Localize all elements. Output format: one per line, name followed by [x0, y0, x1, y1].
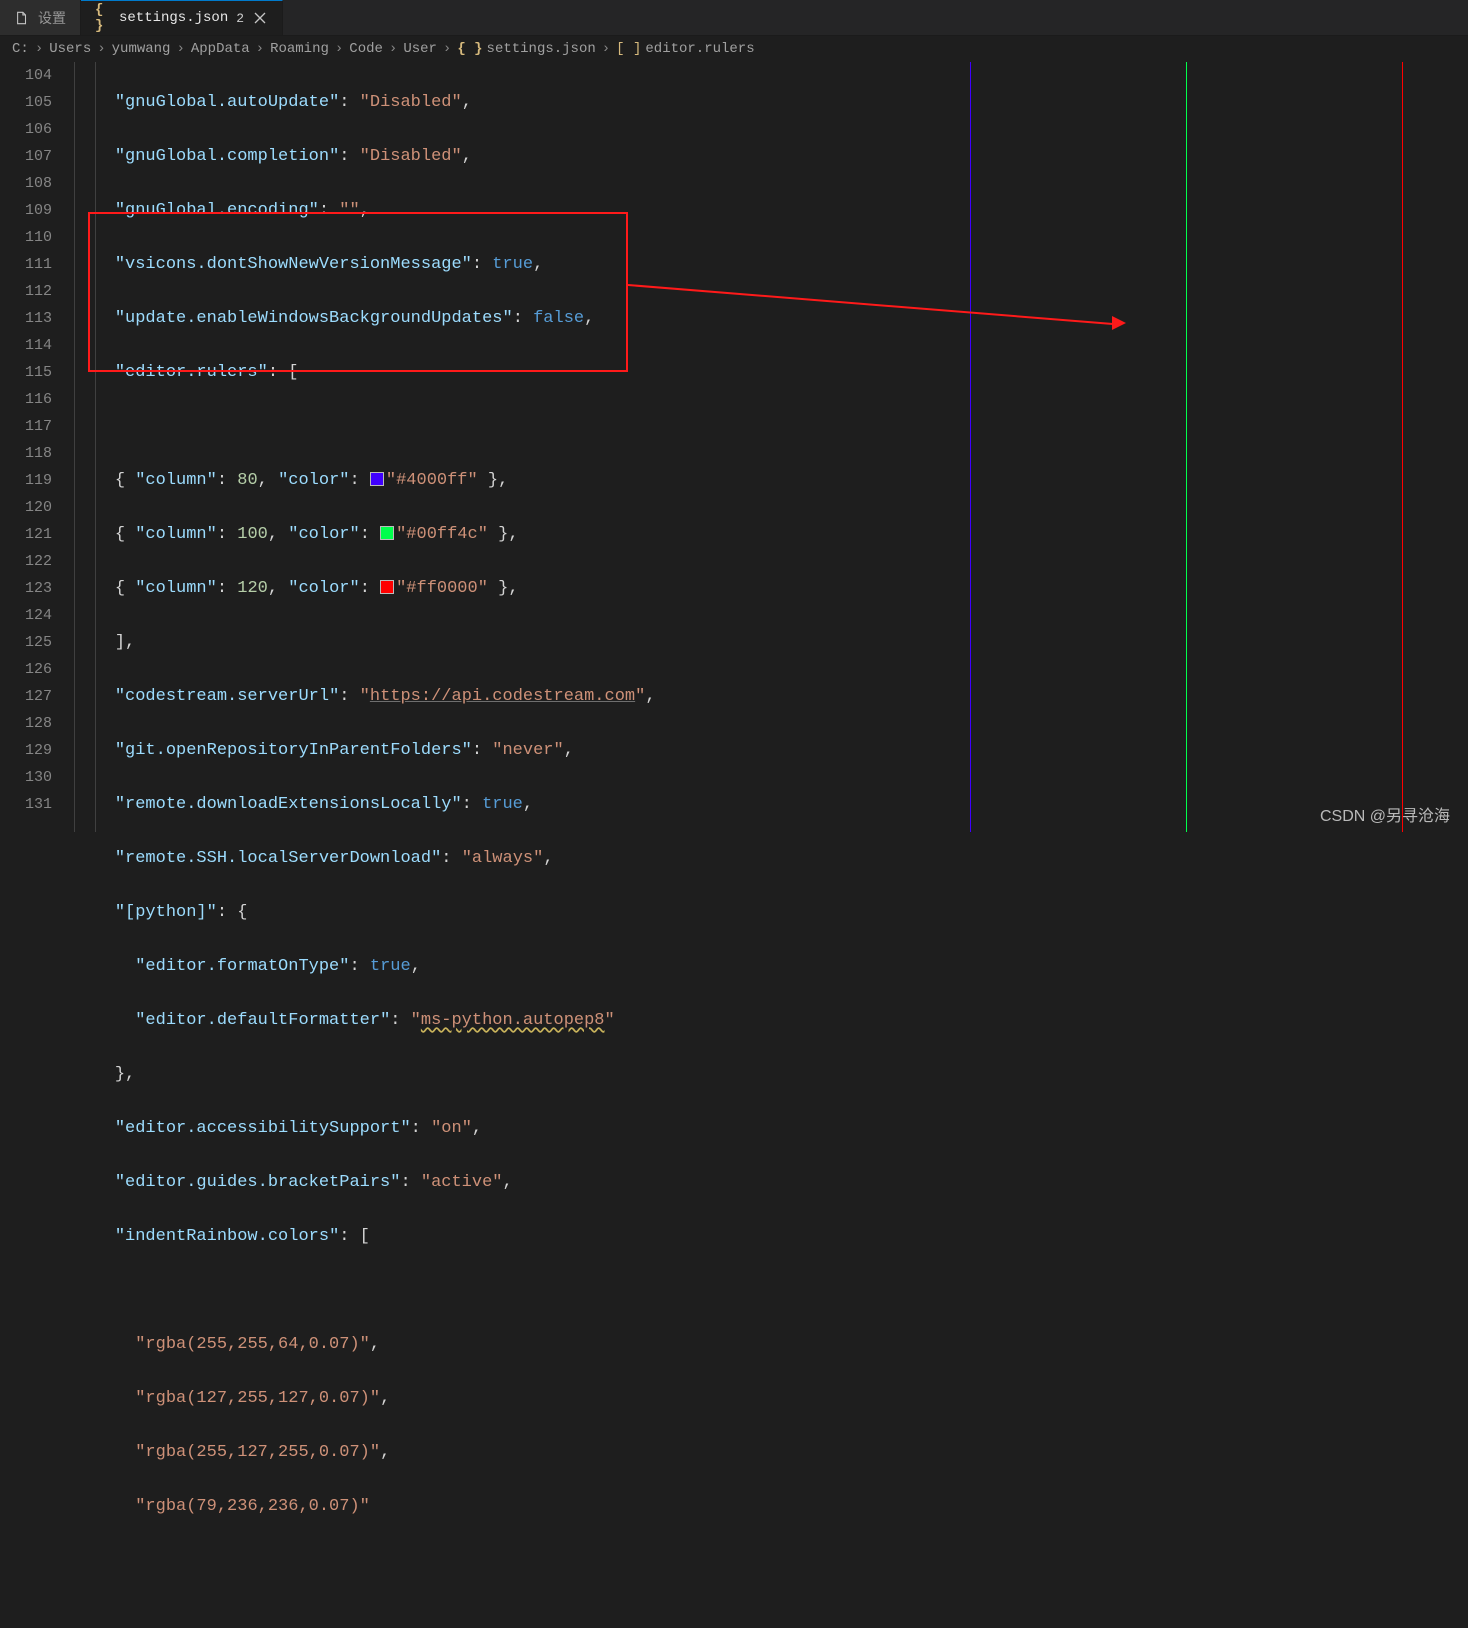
bc-item[interactable]: AppData	[191, 41, 250, 57]
line-number: 117	[0, 413, 52, 440]
line-number: 124	[0, 602, 52, 629]
code-area[interactable]: "gnuGlobal.autoUpdate": "Disabled", "gnu…	[74, 62, 1468, 832]
tab-label: 设置	[38, 8, 66, 28]
color-swatch	[380, 526, 394, 540]
close-icon[interactable]	[252, 10, 268, 26]
line-number: 109	[0, 197, 52, 224]
tab-diff-badge: 2	[236, 11, 244, 26]
tab-label: settings.json	[119, 10, 228, 26]
line-number: 111	[0, 251, 52, 278]
tab-settings-json[interactable]: { } settings.json 2	[81, 0, 283, 35]
bc-item[interactable]: User	[403, 41, 437, 57]
breadcrumb[interactable]: C:› Users› yumwang› AppData› Roaming› Co…	[0, 36, 1468, 62]
color-swatch	[370, 472, 384, 486]
line-number: 119	[0, 467, 52, 494]
line-number: 105	[0, 89, 52, 116]
line-number: 108	[0, 170, 52, 197]
line-number: 126	[0, 656, 52, 683]
bc-item[interactable]: Users	[49, 41, 91, 57]
bc-item[interactable]: Roaming	[270, 41, 329, 57]
file-icon	[14, 10, 30, 26]
line-number: 127	[0, 683, 52, 710]
bc-symbol[interactable]: editor.rulers	[645, 41, 754, 57]
bc-file[interactable]: settings.json	[487, 41, 596, 57]
json-icon: { }	[95, 10, 111, 26]
line-number: 110	[0, 224, 52, 251]
array-icon: [ ]	[616, 41, 641, 57]
line-number: 115	[0, 359, 52, 386]
watermark: CSDN @另寻沧海	[1320, 802, 1450, 826]
tab-settings-ui[interactable]: 设置	[0, 0, 81, 35]
line-number: 131	[0, 791, 52, 818]
line-number: 129	[0, 737, 52, 764]
line-number: 118	[0, 440, 52, 467]
line-number: 130	[0, 764, 52, 791]
json-icon: { }	[457, 41, 482, 57]
line-number: 123	[0, 575, 52, 602]
editor[interactable]: 104 105 106 107 108 109 110 111 112 113 …	[0, 62, 1468, 832]
line-number: 112	[0, 278, 52, 305]
line-number: 113	[0, 305, 52, 332]
line-number: 125	[0, 629, 52, 656]
line-number: 104	[0, 62, 52, 89]
line-number: 120	[0, 494, 52, 521]
bc-item[interactable]: C:	[12, 41, 29, 57]
tab-bar: 设置 { } settings.json 2	[0, 0, 1468, 36]
line-number: 128	[0, 710, 52, 737]
annotation-arrow-head	[1112, 316, 1126, 330]
line-number: 114	[0, 332, 52, 359]
color-swatch	[380, 580, 394, 594]
line-number-gutter: 104 105 106 107 108 109 110 111 112 113 …	[0, 62, 74, 832]
line-number: 107	[0, 143, 52, 170]
line-number: 106	[0, 116, 52, 143]
line-number: 116	[0, 386, 52, 413]
bc-item[interactable]: Code	[349, 41, 383, 57]
bc-item[interactable]: yumwang	[112, 41, 171, 57]
line-number: 122	[0, 548, 52, 575]
line-number: 121	[0, 521, 52, 548]
